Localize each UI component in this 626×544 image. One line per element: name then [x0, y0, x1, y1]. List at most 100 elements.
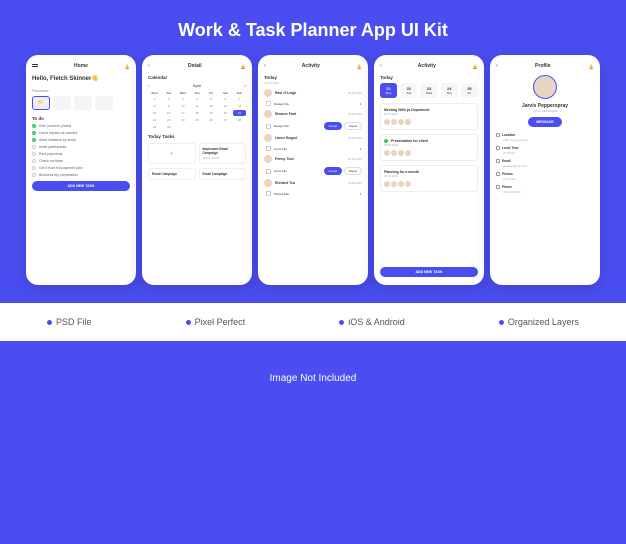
date-chip[interactable]: 22Tue	[400, 83, 417, 98]
bell-icon[interactable]	[240, 63, 246, 69]
meetings-list: Meeting With pr Deparment18:30:2022 Prese…	[380, 103, 478, 192]
avatar	[264, 155, 272, 163]
file-name: Photos File	[274, 192, 356, 196]
check-icon: ✓	[32, 124, 36, 128]
unchecked-icon	[32, 152, 36, 156]
header-detail: Detail	[150, 63, 240, 69]
bullet-icon	[499, 320, 504, 325]
download-icon[interactable]: ⬇	[359, 102, 362, 106]
unchecked-icon	[32, 145, 36, 149]
reject-button[interactable]: Reject	[344, 122, 362, 130]
todo-label: To do	[32, 116, 130, 121]
attendees	[384, 119, 474, 125]
folder-icon	[266, 169, 271, 174]
bullet-icon	[186, 320, 191, 325]
timestamp: 18:30:2022	[348, 157, 362, 161]
calendar-label: Calendar	[148, 75, 246, 80]
calendar-grid: MonTueWedThuFriSatSun 1234567 8910111213…	[148, 91, 246, 130]
fav-item-2[interactable]	[53, 96, 71, 110]
download-icon[interactable]: ⬇	[359, 147, 362, 151]
month-label: April	[193, 83, 201, 88]
task-card[interactable]: Email Campaign	[199, 168, 247, 180]
today-label: Today	[380, 75, 478, 80]
avatar	[264, 134, 272, 142]
bell-icon[interactable]	[356, 63, 362, 69]
person-row[interactable]: Lance Bogrol18:30:2022	[264, 134, 362, 142]
todo-item[interactable]: Invite participants	[32, 145, 130, 149]
bullet-icon	[339, 320, 344, 325]
add-task-card[interactable]: +	[148, 143, 196, 164]
add-task-button[interactable]: ADD NEW TASK	[32, 181, 130, 191]
file-row: Icons File⬇	[264, 146, 362, 151]
file-row: Photos File⬇	[264, 191, 362, 196]
accept-button[interactable]: Accept	[324, 122, 343, 130]
info-row: Emailgkaplan@mac.com	[496, 159, 594, 168]
todo-item[interactable]: ✓Kids' practice photos	[32, 124, 130, 128]
date-strip: 21Mon22Tue23Wed 24Thu25Fri	[380, 83, 478, 98]
todo-item[interactable]: Check archives	[32, 159, 130, 163]
info-icon	[496, 133, 500, 137]
profile-avatar[interactable]	[533, 75, 557, 99]
person-row[interactable]: Eleanor Fant 18:30:2022	[264, 110, 362, 118]
next-month-icon[interactable]: ›	[245, 83, 246, 88]
header-profile: Profile	[498, 63, 588, 69]
date-chip[interactable]: 21Mon	[380, 83, 397, 98]
date-chip[interactable]: 25Fri	[461, 83, 478, 98]
fav-item-folder[interactable]: 📁	[32, 96, 50, 110]
folder-icon	[266, 101, 271, 106]
prev-month-icon[interactable]: ‹	[148, 83, 149, 88]
fav-item-3[interactable]	[74, 96, 92, 110]
greeting: Hello, Fletch Skinner👋	[32, 75, 130, 82]
task-card[interactable]: Email Campaign	[148, 168, 196, 180]
kit-title: Work & Task Planner App UI Kit	[0, 0, 626, 55]
file-row: Design FileAcceptReject	[264, 122, 362, 130]
avatar	[264, 110, 272, 118]
unchecked-icon	[32, 166, 36, 170]
task-card[interactable]: Implement Email Campaign 12:00 - 13:30	[199, 143, 247, 164]
todo-item[interactable]: Business trip preparation	[32, 173, 130, 177]
meeting-card[interactable]: Presentation for client18:30:2022	[380, 134, 478, 161]
today-label: Today	[264, 75, 362, 80]
date-chip[interactable]: 24Thu	[441, 83, 458, 98]
info-row: Phone315-221-8313	[496, 185, 594, 194]
info-row: Photos16 Photos	[496, 172, 594, 181]
screen-calendar: ‹ Detail Calendar ‹ April › MonTueWedThu…	[142, 55, 252, 285]
person-row[interactable]: Ravi O'Leigh18:30:2022	[264, 89, 362, 97]
timestamp: 18:30:2022	[348, 112, 362, 116]
folder-icon	[266, 191, 271, 196]
download-icon[interactable]: ⬇	[359, 192, 362, 196]
month-nav: ‹ April ›	[148, 83, 246, 88]
message-button[interactable]: MESSAGE	[528, 117, 562, 127]
reject-button[interactable]: Reject	[344, 167, 362, 175]
add-task-button[interactable]: ADD NEW TASK	[380, 267, 478, 277]
check-icon: ✓	[32, 138, 36, 142]
person-name: Eleanor Fant	[275, 112, 296, 116]
footer-note: Image Not Included	[0, 341, 626, 416]
meeting-card[interactable]: Meeting With pr Deparment18:30:2022	[380, 103, 478, 130]
bell-icon[interactable]	[124, 63, 130, 69]
file-name: Design File	[274, 102, 356, 106]
attendees	[384, 181, 474, 187]
todo-item[interactable]: ✓Send invitation by email	[32, 138, 130, 142]
info-row: Local Time07:20 AM	[496, 146, 594, 155]
meeting-card[interactable]: Planning for a month18:30:2022	[380, 165, 478, 192]
bell-icon[interactable]	[472, 63, 478, 69]
todo-item[interactable]: Rent payments	[32, 152, 130, 156]
info-icon	[496, 172, 500, 176]
timestamp: 18:30:2022	[348, 91, 362, 95]
person-row[interactable]: Richard Tea11:09:2022	[264, 179, 362, 187]
person-row[interactable]: Penny Tool18:30:2022	[264, 155, 362, 163]
screen-activity-dates: ‹ Activity Today 21Mon22Tue23Wed24Thu25F…	[374, 55, 484, 285]
profile-role: UX/UI DESIGNER	[496, 109, 594, 113]
screen-home: Home Hello, Fletch Skinner👋 Favourite 📁 …	[26, 55, 136, 285]
date-chip[interactable]: 23Wed	[420, 83, 437, 98]
info-row: Location2497 James Avenue	[496, 133, 594, 142]
todo-item[interactable]: ✓Home repairs as needed	[32, 131, 130, 135]
screen-profile: ‹ Profile Jarvis Pepperspray UX/UI DESIG…	[490, 55, 600, 285]
header-activity: Activity	[382, 63, 472, 69]
todo-item[interactable]: Get it from bill payment plan	[32, 166, 130, 170]
accept-button[interactable]: Accept	[324, 167, 343, 175]
bell-icon[interactable]	[588, 63, 594, 69]
fav-item-4[interactable]	[95, 96, 113, 110]
screen-activity-list: ‹ Activity Today 10.04.2022 Ravi O'Leigh…	[258, 55, 368, 285]
